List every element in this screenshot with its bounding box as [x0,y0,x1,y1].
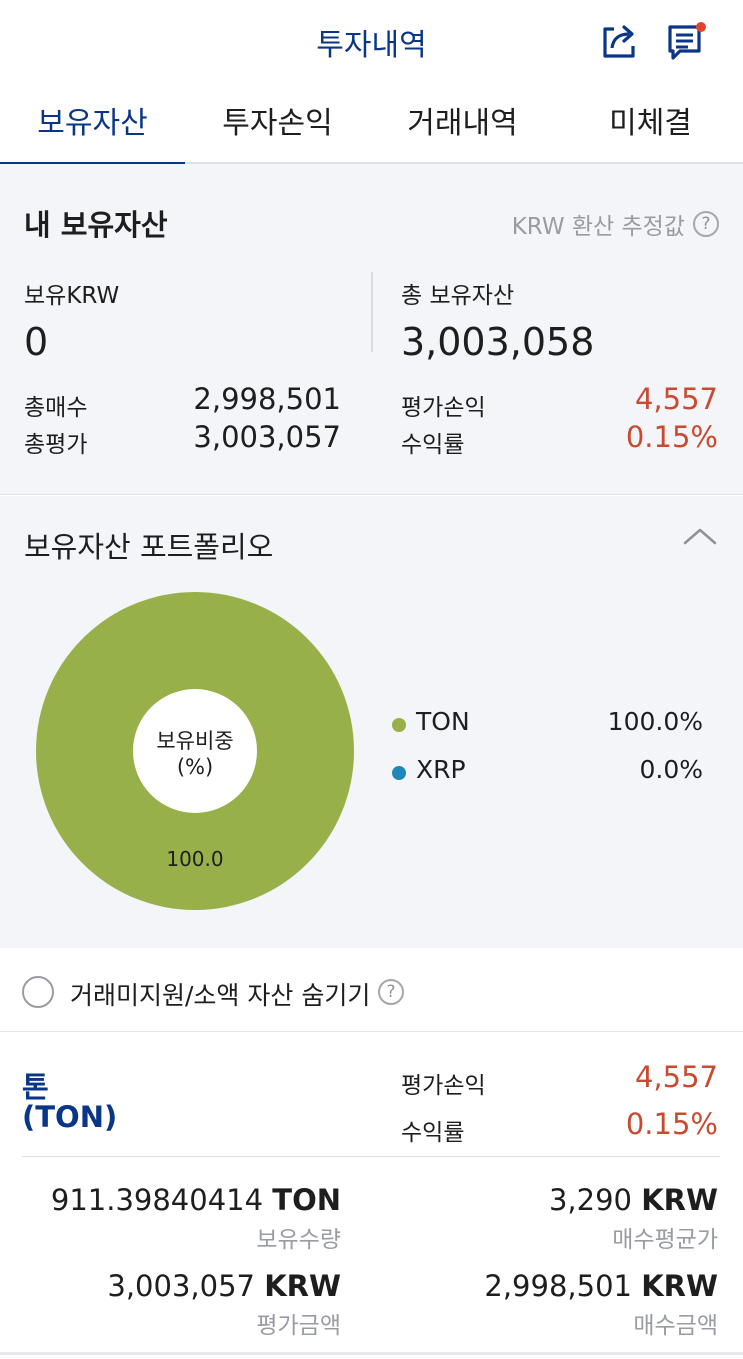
help-icon[interactable]: ? [378,979,404,1005]
tab-bar: 보유자산 투자손익 거래내역 미체결 [0,82,743,166]
avg-buy-price-label: 매수평균가 [612,1227,718,1253]
holdings-summary: 내 보유자산 KRW 환산 추정값 ? 보유KRW 0 총 보유자산 3,003… [0,164,743,495]
portfolio-donut-chart: 보유비중 (%) 100.0 [36,592,354,910]
hide-small-assets-label[interactable]: 거래미지원/소액 자산 숨기기 [70,976,370,1012]
chevron-up-icon[interactable] [680,522,720,552]
donut-center-label-2: (%) [177,755,213,779]
krw-estimate-label: KRW 환산 추정값 [511,214,685,240]
buy-amount: 2,998,501 KRW [484,1269,718,1303]
portfolio-section: 보유자산 포트폴리오 보유비중 (%) 100.0 TON 100.0% XRP… [0,496,743,948]
eval-amount: 3,003,057 KRW [107,1269,341,1303]
legend-dot-icon [392,766,406,780]
tab-holdings[interactable]: 보유자산 [0,82,185,166]
asset-divider [22,1156,720,1157]
top-bar: 투자내역 [0,0,743,82]
share-icon[interactable] [599,20,641,62]
asset-name-code: (TON) [22,1100,118,1134]
legend-name: TON [416,707,470,736]
legend-percent: 100.0% [607,707,703,736]
legend-percent: 0.0% [639,755,703,784]
return-rate-label: 수익률 [401,432,465,458]
total-assets-value: 3,003,058 [401,320,595,364]
tab-pending[interactable]: 미체결 [558,82,743,164]
slice-label-ton: 100.0 [166,847,223,871]
tab-transactions[interactable]: 거래내역 [370,82,555,164]
total-buy-value: 2,998,501 [193,382,341,416]
total-buy-label: 총매수 [24,395,88,421]
avg-buy-price: 3,290 KRW [548,1183,718,1217]
buy-amount-label: 매수금액 [633,1313,718,1339]
krw-balance-label: 보유KRW [24,283,120,309]
donut-center-label-1: 보유비중 [156,729,233,753]
eval-pnl-label: 평가손익 [401,395,486,421]
legend-item-xrp: XRP 0.0% [388,755,706,789]
help-icon[interactable]: ? [693,211,719,237]
portfolio-title: 보유자산 포트폴리오 [24,530,274,564]
krw-estimate-hint[interactable]: KRW 환산 추정값 ? [512,207,719,241]
asset-card-ton[interactable]: 톤 (TON) 평가손익 4,557 수익률 0.15% 911.3984041… [0,1032,743,1359]
total-eval-label: 총평가 [24,432,88,458]
krw-balance-value: 0 [24,320,49,364]
asset-pnl-label: 평가손익 [401,1073,486,1099]
summary-title: 내 보유자산 [24,208,168,242]
legend-dot-icon [392,718,406,732]
holding-quantity-label: 보유수량 [256,1227,341,1253]
return-rate-value: 0.15% [625,420,718,454]
total-assets-label: 총 보유자산 [401,283,515,309]
eval-pnl-value: 4,557 [634,382,718,416]
asset-rate-label: 수익률 [401,1120,465,1146]
hide-small-assets-row[interactable]: 거래미지원/소액 자산 숨기기 ? [0,948,743,1032]
bottom-divider [0,1352,743,1355]
asset-pnl-value: 4,557 [634,1060,718,1094]
asset-rate-value: 0.15% [625,1107,718,1141]
eval-amount-label: 평가금액 [256,1313,341,1339]
total-eval-value: 3,003,057 [193,420,341,454]
hide-small-assets-radio[interactable] [22,976,54,1008]
notification-badge [696,22,706,32]
holding-quantity: 911.39840414 TON [50,1183,341,1217]
notice-icon[interactable] [666,20,708,62]
summary-divider [371,272,373,352]
legend-item-ton: TON 100.0% [388,707,706,741]
legend-name: XRP [416,755,466,784]
tab-profit-loss[interactable]: 투자손익 [185,82,370,164]
